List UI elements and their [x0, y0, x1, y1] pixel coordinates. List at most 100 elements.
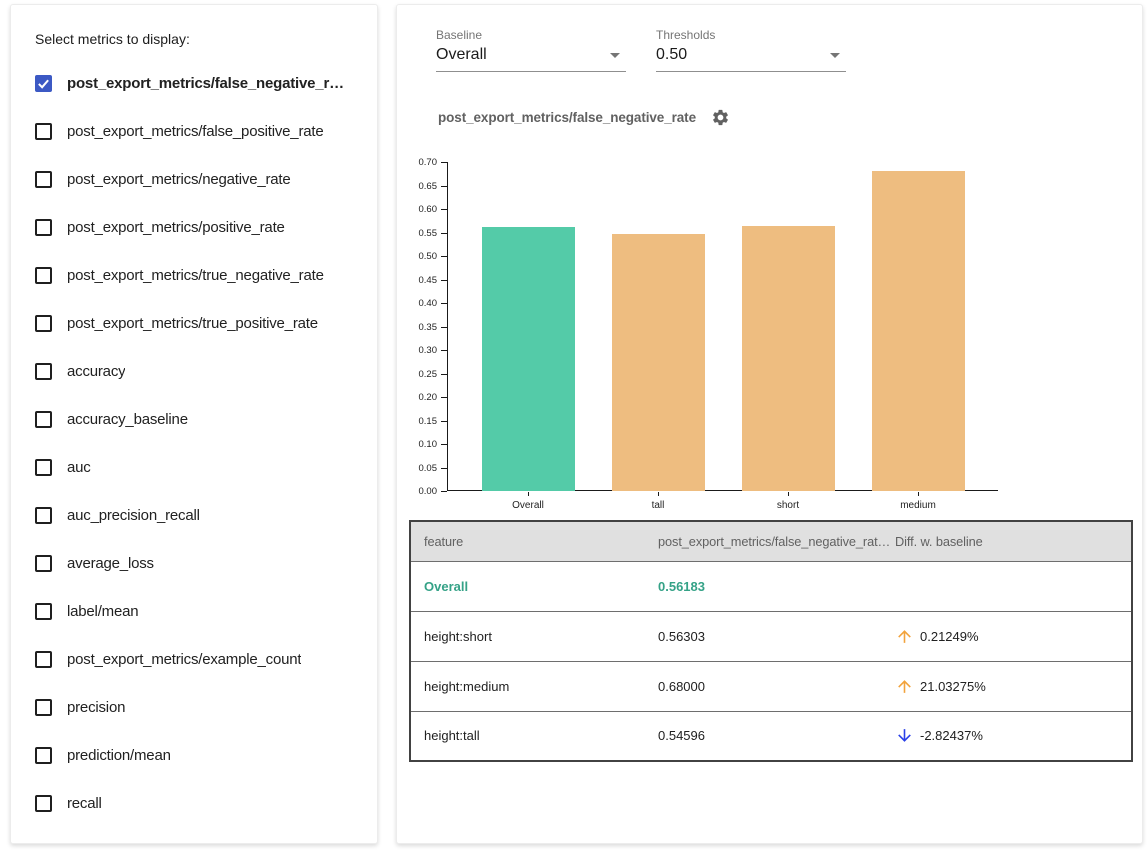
checkbox-unchecked[interactable] [35, 699, 52, 716]
column-header-diff-baseline: Diff. w. baseline [895, 521, 1132, 561]
checkbox-unchecked[interactable] [35, 507, 52, 524]
metrics-sidebar: Select metrics to display: post_export_m… [10, 4, 378, 844]
checkbox-checked[interactable] [35, 75, 52, 92]
x-axis-label: tall [608, 500, 708, 511]
checkbox-unchecked[interactable] [35, 315, 52, 332]
table-row: height:medium0.6800021.03275% [410, 661, 1132, 711]
checkmark-icon [37, 77, 50, 90]
metric-checkbox-item[interactable]: average_loss [35, 539, 353, 587]
x-axis-tick-mark [528, 492, 529, 496]
feature-cell: height:short [410, 611, 658, 661]
y-axis-tick-label: 0.25 [397, 369, 437, 380]
y-axis-tick-label: 0.70 [397, 157, 437, 168]
y-axis-tick-mark [441, 209, 447, 210]
metric-label: post_export_metrics/positive_rate [67, 219, 285, 236]
checkbox-unchecked[interactable] [35, 123, 52, 140]
checkbox-unchecked[interactable] [35, 459, 52, 476]
metric-checkbox-item[interactable]: post_export_metrics/true_negative_rate [35, 251, 353, 299]
diff-baseline-cell: 21.03275% [895, 661, 1132, 711]
checkbox-unchecked[interactable] [35, 267, 52, 284]
table-row: Overall0.56183 [410, 561, 1132, 611]
arrow-up-icon [895, 677, 914, 696]
thresholds-select-value: 0.50 [656, 46, 687, 64]
metric-label: recall [67, 795, 102, 812]
metric-value-cell: 0.54596 [658, 711, 895, 761]
y-axis-tick-label: 0.30 [397, 345, 437, 356]
y-axis-tick-label: 0.50 [397, 251, 437, 262]
metric-label: prediction/mean [67, 747, 171, 764]
y-axis-tick-mark [441, 444, 447, 445]
checkbox-unchecked[interactable] [35, 219, 52, 236]
metrics-table: feature post_export_metrics/false_negati… [409, 520, 1133, 762]
y-axis-tick-label: 0.60 [397, 204, 437, 215]
y-axis-tick-mark [441, 491, 447, 492]
metric-checkbox-item[interactable]: post_export_metrics/false_negative_r… [35, 59, 353, 107]
y-axis-tick-mark [441, 350, 447, 351]
metric-value-cell: 0.68000 [658, 661, 895, 711]
y-axis-tick-label: 0.05 [397, 463, 437, 474]
x-axis-label: medium [868, 500, 968, 511]
metric-label: post_export_metrics/example_count [67, 651, 301, 668]
diff-value: -2.82437% [920, 728, 983, 743]
bar-tall[interactable] [612, 234, 705, 491]
metric-checkbox-item[interactable]: precision [35, 683, 353, 731]
checkbox-unchecked[interactable] [35, 363, 52, 380]
feature-cell: height:tall [410, 711, 658, 761]
checkbox-unchecked[interactable] [35, 603, 52, 620]
y-axis-tick-mark [441, 468, 447, 469]
diff-indicator: -2.82437% [895, 726, 1131, 745]
thresholds-select[interactable]: Thresholds 0.50 [656, 28, 846, 72]
column-header-feature: feature [410, 521, 658, 561]
y-axis-tick-mark [441, 303, 447, 304]
y-axis-tick-mark [441, 421, 447, 422]
bar-short[interactable] [742, 226, 835, 491]
checkbox-unchecked[interactable] [35, 747, 52, 764]
x-axis-tick-mark [788, 492, 789, 496]
diff-baseline-cell: 0.21249% [895, 611, 1132, 661]
metric-label: auc_precision_recall [67, 507, 200, 524]
x-axis-tick-mark [658, 492, 659, 496]
column-header-metric-value: post_export_metrics/false_negative_rat… [658, 521, 895, 561]
y-axis-tick-label: 0.65 [397, 181, 437, 192]
checkbox-unchecked[interactable] [35, 171, 52, 188]
checkbox-unchecked[interactable] [35, 411, 52, 428]
gear-icon[interactable] [711, 108, 730, 127]
chart-title: post_export_metrics/false_negative_rate [438, 110, 696, 125]
thresholds-select-label: Thresholds [656, 28, 846, 42]
metric-label: auc [67, 459, 91, 476]
metric-checkbox-item[interactable]: post_export_metrics/positive_rate [35, 203, 353, 251]
table-header-row: feature post_export_metrics/false_negati… [410, 521, 1132, 561]
metric-checkbox-item[interactable]: auc_precision_recall [35, 491, 353, 539]
baseline-select[interactable]: Baseline Overall [436, 28, 626, 72]
metric-checkbox-item[interactable]: post_export_metrics/false_positive_rate [35, 107, 353, 155]
metric-list: post_export_metrics/false_negative_r…pos… [35, 59, 353, 827]
y-axis-tick-mark [441, 397, 447, 398]
metric-checkbox-item[interactable]: post_export_metrics/example_count [35, 635, 353, 683]
metric-checkbox-item[interactable]: post_export_metrics/true_positive_rate [35, 299, 353, 347]
diff-indicator: 21.03275% [895, 677, 1131, 696]
y-axis-tick-mark [441, 233, 447, 234]
metric-label: post_export_metrics/negative_rate [67, 171, 291, 188]
metric-label: post_export_metrics/true_negative_rate [67, 267, 324, 284]
metric-checkbox-item[interactable]: accuracy_baseline [35, 395, 353, 443]
y-axis-tick-label: 0.00 [397, 486, 437, 497]
y-axis-tick-label: 0.40 [397, 298, 437, 309]
y-axis-tick-label: 0.20 [397, 392, 437, 403]
metric-checkbox-item[interactable]: prediction/mean [35, 731, 353, 779]
metric-checkbox-item[interactable]: accuracy [35, 347, 353, 395]
y-axis-tick-label: 0.10 [397, 439, 437, 450]
bar-chart: 0.000.050.100.150.200.250.300.350.400.45… [397, 162, 1144, 522]
metric-checkbox-item[interactable]: recall [35, 779, 353, 827]
metric-checkbox-item[interactable]: label/mean [35, 587, 353, 635]
x-axis-label: short [738, 500, 838, 511]
checkbox-unchecked[interactable] [35, 795, 52, 812]
chevron-down-icon [830, 53, 840, 58]
diff-value: 0.21249% [920, 629, 979, 644]
metric-checkbox-item[interactable]: auc [35, 443, 353, 491]
diff-value: 21.03275% [920, 679, 986, 694]
bar-Overall[interactable] [482, 227, 575, 491]
checkbox-unchecked[interactable] [35, 555, 52, 572]
checkbox-unchecked[interactable] [35, 651, 52, 668]
metric-checkbox-item[interactable]: post_export_metrics/negative_rate [35, 155, 353, 203]
bar-medium[interactable] [872, 171, 965, 491]
